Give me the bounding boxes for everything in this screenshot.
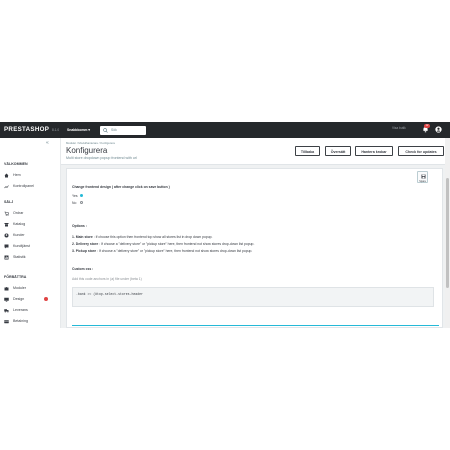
sidebar-item-label: Moduler [13,285,26,290]
account-icon[interactable] [435,126,442,133]
trending-up-icon [4,184,9,188]
sidebar-section-title: FÖRBÄTTRA [4,275,27,279]
store-icon [4,222,9,226]
truck-icon [4,308,9,312]
option-2-number: 2. [72,242,75,246]
sidebar-item-design[interactable]: Design [4,296,60,302]
status-dot [44,297,48,301]
save-icon [421,174,425,178]
back-button[interactable]: Tillbaka [295,146,320,156]
change-frontend-label: Change frontend design ( after change cl… [72,185,170,189]
sidebar-item-statistics[interactable]: Statistik [4,254,60,260]
option-3-name: Pickup store [75,249,97,253]
breadcrumb[interactable]: Moduler / Modulhanterare / Konfigurera [66,141,115,145]
search-placeholder: Sök [111,127,117,132]
chat-icon [4,244,9,248]
option-1-number: 1. [72,235,75,239]
option-2-name: Delivery store [75,242,99,246]
yes-label: Yes [72,194,78,198]
save-label: Spara [419,179,426,183]
puzzle-icon [4,286,9,290]
notification-badge: 12 [424,124,430,128]
sidebar-item-label: Kunder [13,232,25,237]
quick-access-dropdown[interactable]: Snabbkomm ▾ [67,128,90,132]
page-header: Moduler / Modulhanterare / Konfigurera K… [61,138,450,165]
sidebar-item-orders[interactable]: Ordrar [4,210,60,216]
option-3: 3. Pickup store : If choose a "delivery … [72,249,252,253]
translate-button[interactable]: Översätt [325,146,351,156]
sidebar-item-dashboard[interactable]: Kontrollpanel [4,183,60,189]
top-bar: PRESTASHOP 8.1.0 Snabbkomm ▾ Sök Visa bu… [0,122,450,138]
sidebar-item-home[interactable]: Hem [4,172,60,178]
sidebar-item-modules[interactable]: Moduler [4,285,60,291]
sidebar-item-customer-service[interactable]: Kundtjänst [4,243,60,249]
sidebar-item-label: Design [13,296,25,301]
custom-css-textarea[interactable]: .bank >= (#top-select-stores-header [72,287,434,307]
cart-icon [4,211,9,216]
option-1-text: : If choose this option then frontend to… [93,235,213,239]
option-1-name: Main store [75,235,93,239]
card-icon [4,319,9,323]
custom-css-help: Add this code anchors in (a) file under … [72,277,142,281]
scrollbar-thumb[interactable] [446,178,449,288]
option-2: 2. Delivery store : If choose a "deliver… [72,242,254,246]
manage-hooks-button[interactable]: Hantera krokar [355,146,393,156]
panel-divider [72,325,439,326]
option-1: 1. Main store : If choose this option th… [72,235,212,239]
yes-radio[interactable] [80,193,84,197]
search-icon [103,127,108,133]
sidebar-item-shipping[interactable]: Leverans [4,307,60,313]
custom-css-value: .bank >= (#top-select-stores-header [76,292,143,296]
sidebar-section-title: VÄLKOMMEN [4,162,28,166]
monitor-icon [4,297,9,302]
sidebar-item-label: Kontrollpanel [13,183,34,188]
sidebar-item-customers[interactable]: Kunder [4,232,60,238]
page-title: Konfigurera [66,146,108,155]
chart-icon [4,255,9,259]
app-window: PRESTASHOP 8.1.0 Snabbkomm ▾ Sök Visa bu… [0,122,450,328]
sidebar-item-payment[interactable]: Betalning [4,318,60,324]
save-button[interactable]: Spara [417,171,428,183]
options-label: Options : [72,224,87,228]
home-icon [4,173,9,177]
sidebar-item-label: Hem [13,172,21,177]
sidebar: « VÄLKOMMEN Hem Kontrollpanel SÄLJ Ordra… [0,138,61,328]
collapse-sidebar-icon[interactable]: « [46,140,49,146]
version-label: 8.1.0 [52,127,60,132]
sidebar-item-catalog[interactable]: Katalog [4,221,60,227]
sidebar-item-label: Katalog [13,221,26,226]
main-content: Moduler / Modulhanterare / Konfigurera K… [61,138,450,328]
option-3-number: 3. [72,249,75,253]
option-2-text: : If choose a "delivery store" or "picku… [99,242,255,246]
view-shop-link[interactable]: Visa butik [392,126,406,130]
search-input[interactable]: Sök [100,125,146,135]
logo[interactable]: PRESTASHOP [4,126,49,133]
page-subtitle: Multi store dropdown popup frontend with… [66,156,137,160]
sidebar-item-label: Kundtjänst [13,243,30,248]
no-radio[interactable] [80,200,84,204]
custom-css-label: Custom css : [72,267,94,271]
sidebar-item-label: Leverans [13,307,28,312]
config-panel: Spara Change frontend design ( after cha… [66,168,443,328]
sidebar-section-title: SÄLJ [4,200,14,204]
option-3-text: : If choose a "delivery store" or "picku… [97,249,253,253]
user-icon [4,233,9,237]
sidebar-item-label: Ordrar [13,210,24,215]
sidebar-item-label: Statistik [13,254,26,259]
sidebar-item-label: Betalning [13,318,28,323]
page-scrollbar[interactable] [445,138,450,328]
no-label: No [72,201,77,205]
check-updates-button[interactable]: Check for updates [398,146,444,156]
